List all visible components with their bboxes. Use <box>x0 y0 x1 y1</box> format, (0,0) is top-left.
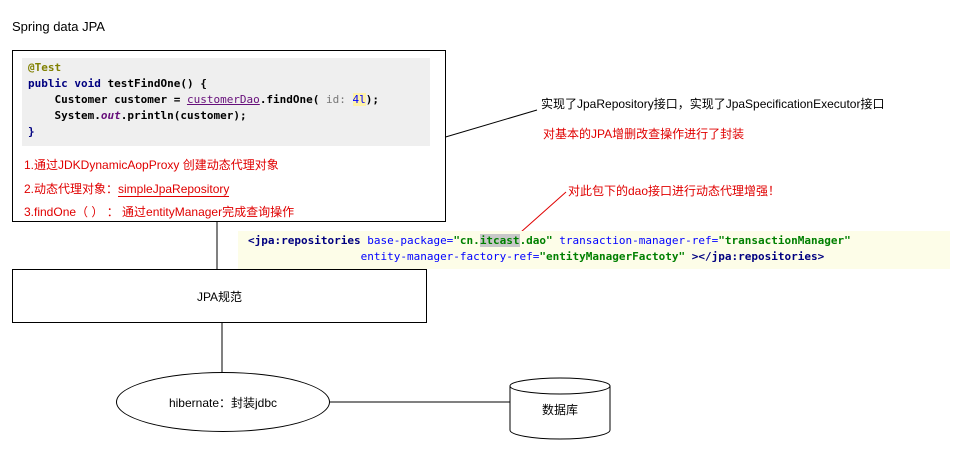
database-label: 数据库 <box>541 403 578 417</box>
step-2-value: simpleJpaRepository <box>118 182 230 197</box>
hibernate-label: hibernate：封装jdbc <box>168 395 278 410</box>
code-call-end: ); <box>365 93 380 106</box>
xml-attr-transaction-manager: transaction-manager-ref= <box>552 234 719 247</box>
step-1: 1.通过JDKDynamicAopProxy 创建动态代理对象 <box>24 158 279 172</box>
xml-val-highlight: itcast <box>479 234 520 247</box>
annotation-proxy-enhance: 对此包下的dao接口进行动态代理增强！ <box>568 184 781 198</box>
code-system: System. <box>54 109 101 122</box>
jpa-spec-box: JPA规范 <box>12 269 427 323</box>
test-code-block: @Test public void testFindOne() { Custom… <box>22 58 430 146</box>
xml-close-end: > <box>817 250 825 263</box>
xml-val-part: "cn. <box>453 234 480 247</box>
xml-close-mid: ></ <box>685 250 712 263</box>
code-close-brace: } <box>28 125 35 138</box>
step-2-prefix: 2.动态代理对象： <box>24 182 119 196</box>
code-method-name: testFindOne() { <box>107 77 207 90</box>
xml-close-tag: jpa:repositories <box>711 250 818 263</box>
annotation-implements: 实现了JpaRepository接口，实现了JpaSpecificationEx… <box>541 97 885 111</box>
code-dao-ref: customerDao <box>186 93 260 106</box>
code-keyword: public void <box>28 77 108 90</box>
hibernate-ellipse: hibernate：封装jdbc <box>116 372 330 432</box>
code-annotation: @Test <box>28 61 62 74</box>
step-2: 2.动态代理对象：simpleJpaRepository <box>24 180 230 197</box>
xml-open-tag: <jpa:repositories <box>248 234 361 247</box>
xml-val-part: .dao" <box>519 234 553 247</box>
xml-attr-entity-manager: entity-manager-factory-ref= <box>360 250 540 263</box>
code-call: .findOne( <box>259 93 327 106</box>
xml-indent <box>248 250 361 263</box>
step-3: 3.findOne（ ） ： 通过entityManager完成查询操作 <box>24 205 295 219</box>
xml-config-block: <jpa:repositories base-package="cn.itcas… <box>238 231 950 269</box>
code-println: .println(customer); <box>120 109 247 122</box>
xml-val-transaction-manager: "transactionManager" <box>718 234 851 247</box>
jpa-spec-label: JPA规范 <box>196 289 243 304</box>
annotation-crud-wrap: 对基本的JPA增删改查操作进行了封装 <box>543 127 745 141</box>
code-out: out <box>100 109 121 122</box>
xml-val-entity-manager: "entityManagerFactoty" <box>539 250 686 263</box>
xml-attr-base-package: base-package= <box>360 234 454 247</box>
code-number: 4l <box>352 93 366 106</box>
code-param-hint: id: <box>326 93 353 106</box>
code-var-decl: Customer customer = <box>54 93 187 106</box>
